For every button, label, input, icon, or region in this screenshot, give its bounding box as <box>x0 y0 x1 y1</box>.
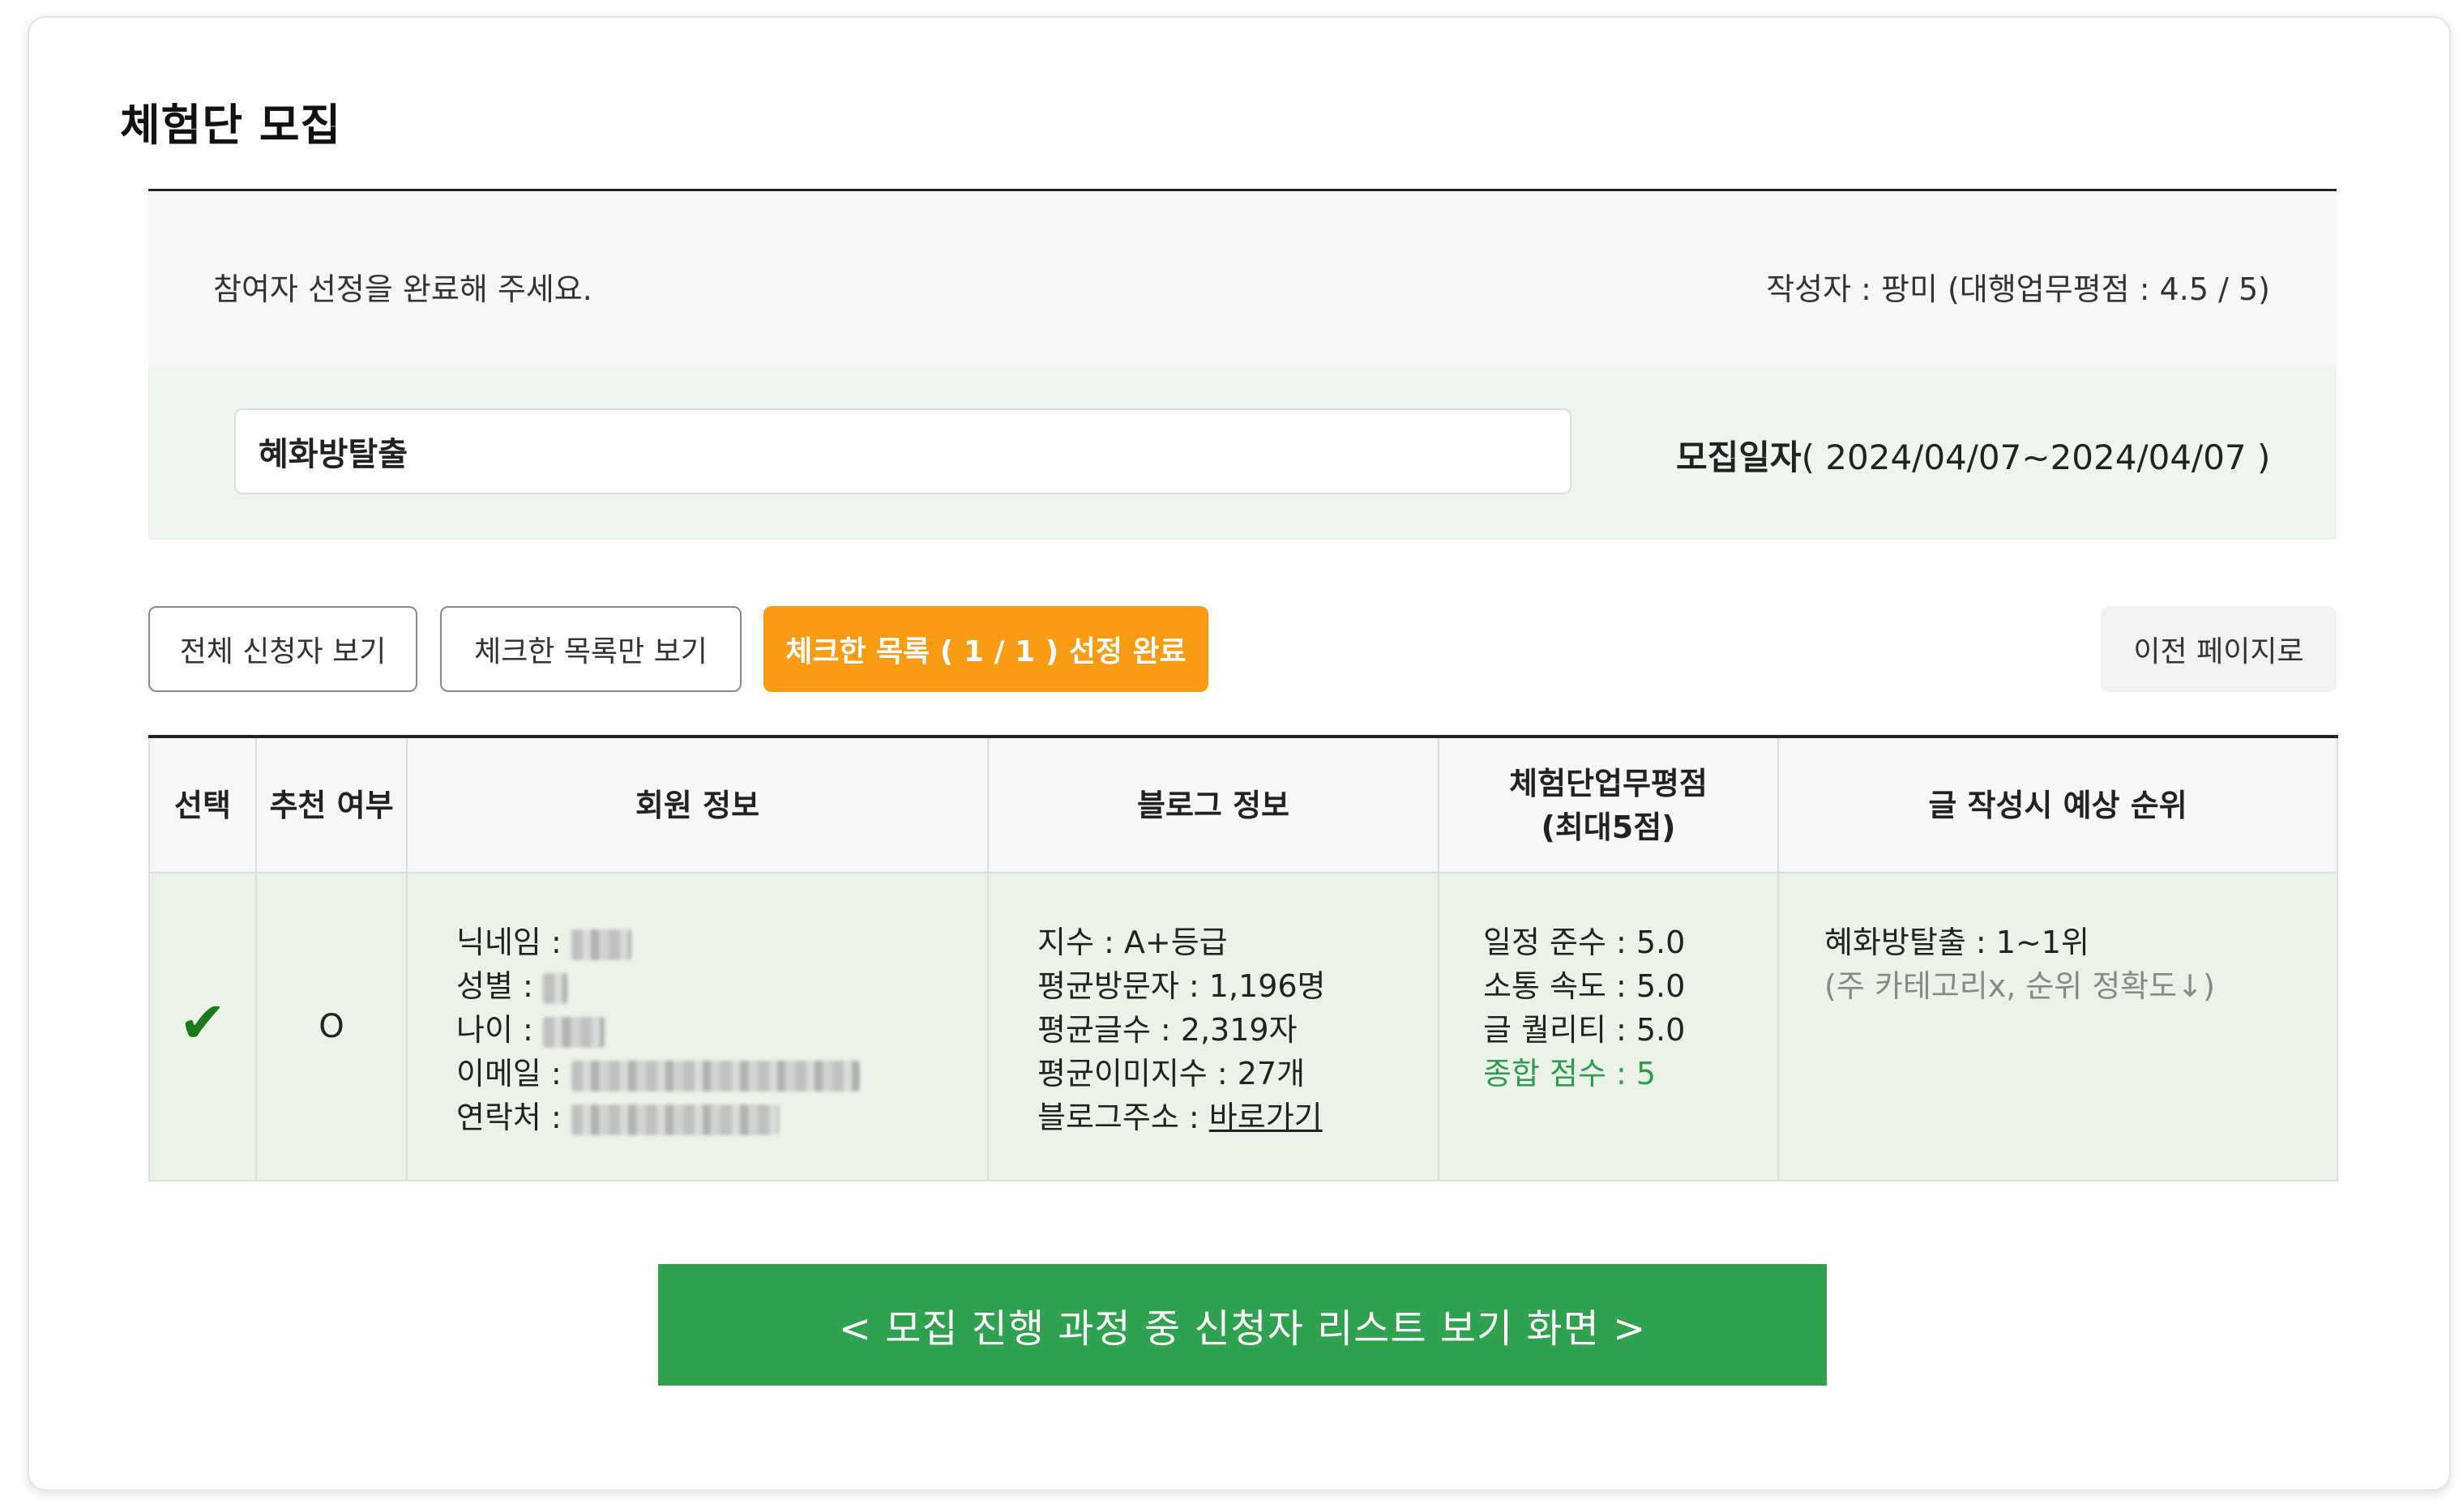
header-blog-info: 블로그 정보 <box>988 735 1439 873</box>
header-score-line1: 체험단업무평점 <box>1509 765 1708 801</box>
checkmark-icon[interactable]: ✔ <box>179 989 227 1056</box>
score-total: 종합 점수 : 5 <box>1483 1056 1657 1091</box>
nickname-line: 닉네임 : <box>456 920 987 964</box>
blog-avg-visitors: 평균방문자 : 1,196명 <box>1037 968 1326 1004</box>
blog-address-line: 블로그주소 : 바로가기 <box>1037 1096 1438 1139</box>
header-score-line2: (최대5점) <box>1541 809 1676 845</box>
header-select: 선택 <box>148 735 257 873</box>
blog-index: 지수 : A+등급 <box>1037 925 1228 960</box>
email-line: 이메일 : <box>456 1052 987 1096</box>
score-communication: 소통 속도 : 5.0 <box>1483 968 1686 1004</box>
score-cell: 일정 준수 : 5.0 소통 속도 : 5.0 글 퀄리티 : 5.0 종합 점… <box>1439 873 1779 1181</box>
blog-address-link[interactable]: 바로가기 <box>1209 1100 1323 1135</box>
table-header-row: 선택 추천 여부 회원 정보 블로그 정보 체험단업무평점 (최대5점) 글 작성… <box>148 735 2338 873</box>
expected-rank-cell: 혜화방탈출 : 1~1위 (주 카테고리x, 순위 정확도↓) <box>1778 873 2338 1181</box>
header-score: 체험단업무평점 (최대5점) <box>1439 735 1779 873</box>
select-cell[interactable]: ✔ <box>148 873 257 1181</box>
view-checked-only-button[interactable]: 체크한 목록만 보기 <box>440 606 742 692</box>
score-quality: 글 퀄리티 : 5.0 <box>1483 1012 1686 1048</box>
complete-selection-button[interactable]: 체크한 목록 ( 1 / 1 ) 선정 완료 <box>763 606 1208 692</box>
phone-line: 연락처 : <box>456 1096 987 1139</box>
header-member-info: 회원 정보 <box>407 735 989 873</box>
blog-info-cell: 지수 : A+등급 평균방문자 : 1,196명 평균글수 : 2,319자 평… <box>988 873 1439 1181</box>
blog-avg-chars: 평균글수 : 2,319자 <box>1037 1012 1298 1048</box>
rank-note: (주 카테고리x, 순위 정확도↓) <box>1824 968 2215 1004</box>
blog-avg-images: 평균이미지수 : 27개 <box>1037 1056 1306 1091</box>
gender-redacted <box>542 972 567 1004</box>
view-all-applicants-button[interactable]: 전체 신청자 보기 <box>148 606 417 692</box>
score-schedule: 일정 준수 : 5.0 <box>1483 925 1686 960</box>
member-info-cell: 닉네임 : 성별 : 나이 : 이메일 : 연락처 : <box>407 873 989 1181</box>
info-bar: 참여자 선정을 완료해 주세요. 작성자 : 팡미 (대행업무평점 : 4.5 … <box>148 191 2337 365</box>
age-label: 나이 : <box>456 1012 533 1048</box>
blog-address-label: 블로그주소 : <box>1037 1100 1199 1135</box>
recruit-date-label: 모집일자 <box>1676 438 1802 477</box>
header-recommend: 추천 여부 <box>256 735 408 873</box>
page-title: 체험단 모집 <box>120 100 342 151</box>
phone-label: 연락처 : <box>456 1100 562 1135</box>
nickname-redacted <box>571 929 631 960</box>
campaign-name-input[interactable] <box>234 408 1571 494</box>
previous-page-button[interactable]: 이전 페이지로 <box>2101 606 2337 692</box>
author-info: 작성자 : 팡미 (대행업무평점 : 4.5 / 5) <box>1766 271 2270 307</box>
gender-line: 성별 : <box>456 964 987 1008</box>
table-row: ✔ O 닉네임 : 성별 : 나이 : 이메일 : 연락처 : 지수 : A+등… <box>148 873 2338 1181</box>
rank-keyword: 혜화방탈출 : 1~1위 <box>1824 925 2089 960</box>
phone-redacted <box>571 1104 779 1135</box>
recommend-value: O <box>319 1008 344 1045</box>
recommend-cell: O <box>256 873 408 1181</box>
search-bar: 모집일자( 2024/04/07~2024/04/07 ) <box>148 365 2337 540</box>
email-label: 이메일 : <box>456 1056 562 1091</box>
email-redacted <box>571 1060 860 1091</box>
age-line: 나이 : <box>456 1008 987 1052</box>
recruit-date-range: ( 2024/04/07~2024/04/07 ) <box>1801 438 2271 477</box>
age-redacted <box>542 1016 605 1048</box>
info-message: 참여자 선정을 완료해 주세요. <box>213 271 592 307</box>
header-expected-rank: 글 작성시 예상 순위 <box>1778 735 2338 873</box>
screen-caption-banner: < 모집 진행 과정 중 신청자 리스트 보기 화면 > <box>658 1264 1827 1386</box>
recruit-date: 모집일자( 2024/04/07~2024/04/07 ) <box>1676 430 2270 480</box>
applicant-table: 선택 추천 여부 회원 정보 블로그 정보 체험단업무평점 (최대5점) 글 작성… <box>148 735 2338 1181</box>
gender-label: 성별 : <box>456 968 533 1004</box>
nickname-label: 닉네임 : <box>456 925 562 960</box>
